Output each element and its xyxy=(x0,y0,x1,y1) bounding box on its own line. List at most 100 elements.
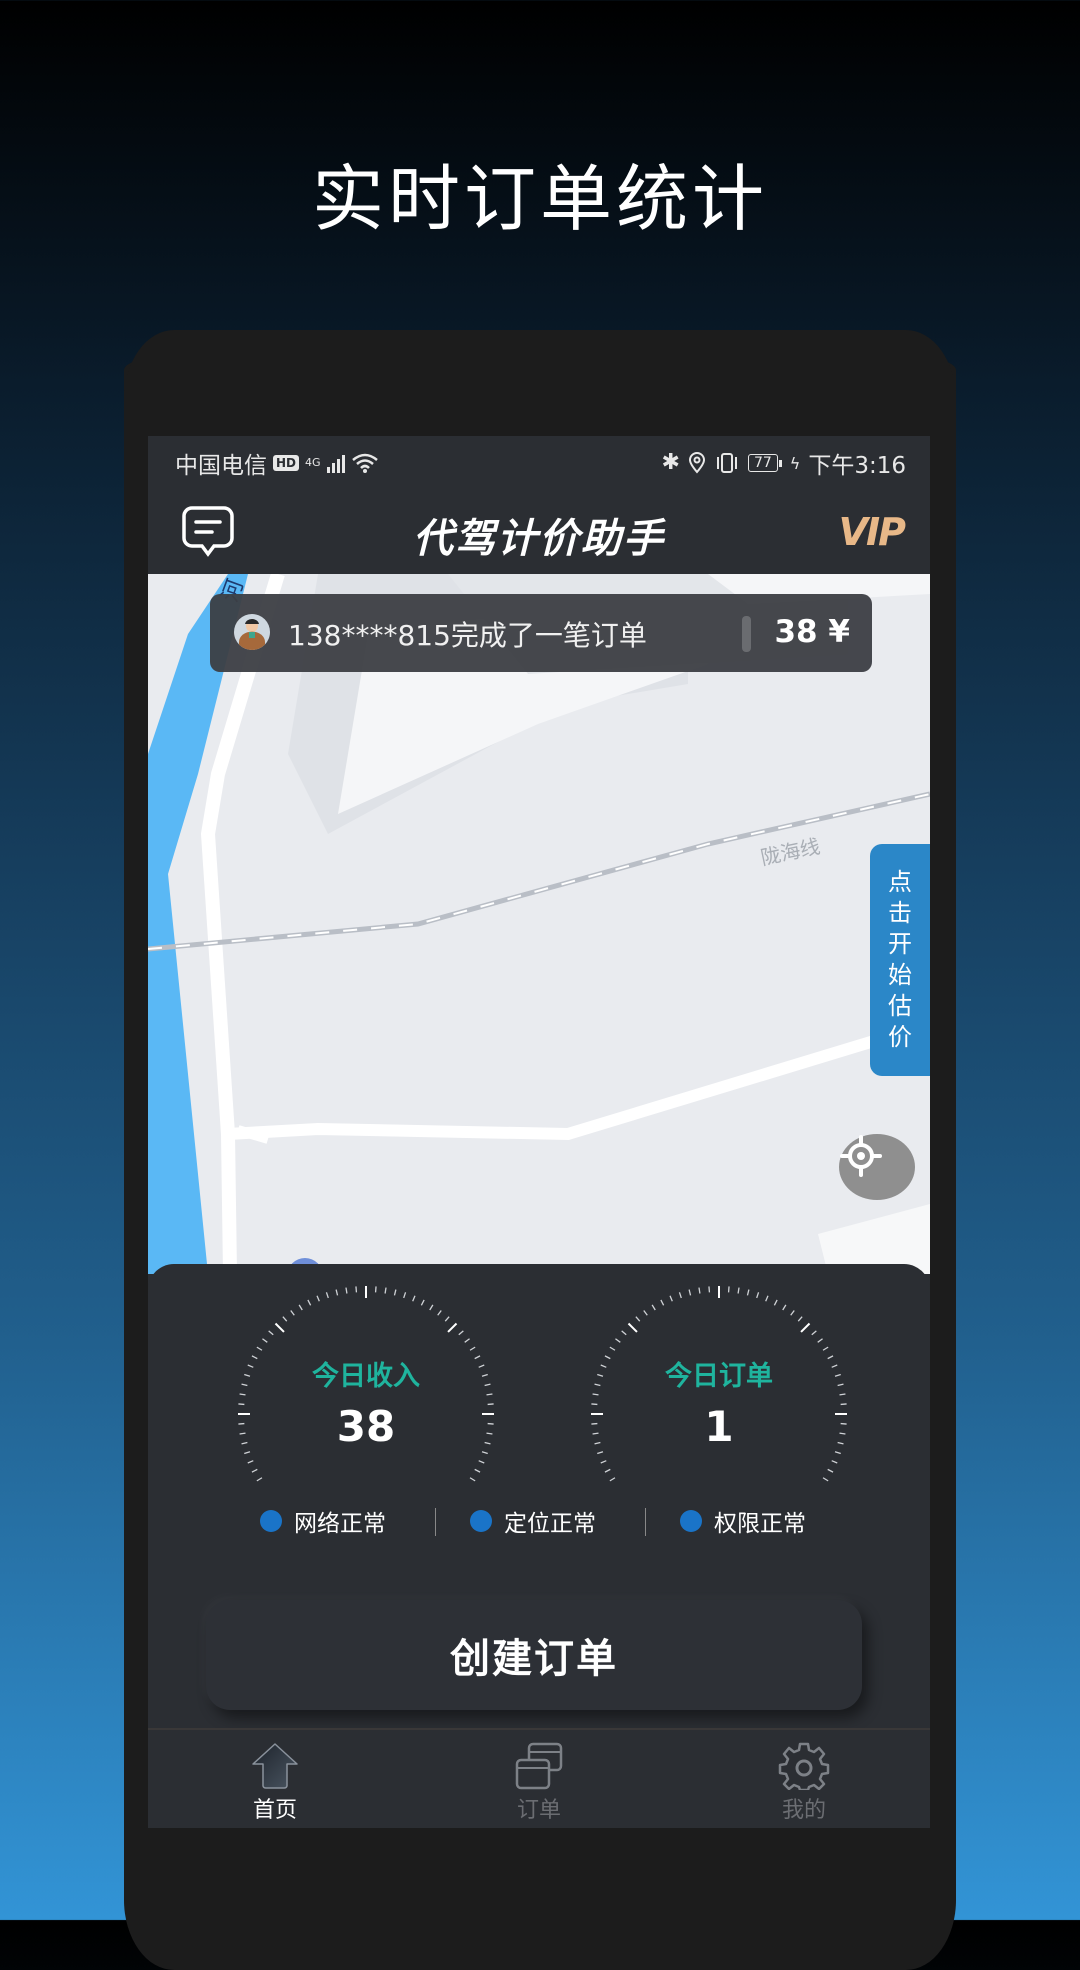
divider xyxy=(645,1508,646,1536)
tab-home[interactable]: 首页 xyxy=(215,1742,335,1824)
dial-tick xyxy=(336,1290,337,1296)
dial-tick xyxy=(622,1331,627,1335)
bottom-tab-bar: 首页 订单 我的 xyxy=(148,1728,930,1828)
dial-tick xyxy=(774,1300,777,1305)
dial-tick xyxy=(636,1317,640,1322)
map-road xyxy=(228,1024,930,1134)
income-label: 今日收入 xyxy=(226,1354,506,1393)
map-railway xyxy=(148,794,930,949)
dial-tick xyxy=(628,1323,636,1331)
tab-label: 订单 xyxy=(517,1792,561,1824)
dial-tick xyxy=(475,1469,480,1472)
dial-tick xyxy=(257,1347,262,1350)
dial-tick xyxy=(257,1478,262,1481)
divider xyxy=(435,1508,436,1536)
dial-tick xyxy=(801,1323,809,1331)
dial-tick xyxy=(252,1469,257,1472)
dial-tick xyxy=(791,1310,795,1315)
dial-tick xyxy=(593,1394,599,1395)
dial-tick xyxy=(283,1317,287,1322)
dial-tick xyxy=(747,1290,748,1296)
app-bar: 代驾计价助手 VIP xyxy=(148,488,930,574)
create-order-button[interactable]: 创建订单 xyxy=(206,1600,862,1710)
status-label: 网络正常 xyxy=(294,1504,386,1538)
bluetooth-icon: ✱ xyxy=(662,452,680,474)
dial-tick xyxy=(818,1339,823,1343)
page-headline: 实时订单统计 xyxy=(0,140,1080,245)
dial-tick xyxy=(832,1461,838,1463)
orders-label: 今日订单 xyxy=(579,1354,859,1393)
orders-gauge: 今日订单 1 xyxy=(579,1284,859,1484)
tab-orders[interactable]: 订单 xyxy=(479,1742,599,1824)
orders-icon xyxy=(513,1742,565,1790)
vip-button[interactable]: VIP xyxy=(839,510,904,554)
hd-icon: HD xyxy=(273,455,299,471)
dial-tick xyxy=(326,1292,328,1298)
dial-tick xyxy=(482,1452,488,1454)
dial-tick xyxy=(308,1300,311,1305)
dial-tick xyxy=(689,1290,690,1296)
start-estimate-button[interactable]: 点 击 开 始 估 价 xyxy=(870,844,930,1076)
status-permission: 权限正常 xyxy=(680,1504,806,1538)
dial-tick xyxy=(470,1478,475,1481)
status-dot xyxy=(260,1510,282,1532)
dial-tick xyxy=(394,1290,395,1296)
app-title: 代驾计价助手 xyxy=(148,506,930,564)
status-dot xyxy=(680,1510,702,1532)
dial-tick xyxy=(404,1292,406,1298)
driver-avatar xyxy=(234,614,270,650)
dial-tick xyxy=(670,1296,672,1302)
dial-tick xyxy=(240,1394,246,1395)
ticker-message: 138****815完成了一笔订单 xyxy=(288,614,647,654)
battery-icon: 77 xyxy=(748,454,778,472)
network-type: 4G xyxy=(305,458,321,468)
dial-tick xyxy=(299,1305,302,1310)
dial-tick xyxy=(413,1296,415,1302)
dial-tick xyxy=(459,1331,464,1335)
status-label: 权限正常 xyxy=(714,1504,806,1538)
dial-tick xyxy=(597,1452,603,1454)
dial-tick xyxy=(486,1394,492,1395)
dial-tick xyxy=(275,1323,283,1331)
income-value: 38 xyxy=(226,1402,506,1451)
dial-tick xyxy=(661,1300,664,1305)
home-icon xyxy=(249,1742,301,1790)
dial-tick xyxy=(465,1339,470,1343)
dial-tick xyxy=(248,1461,254,1463)
dial-tick xyxy=(448,1323,456,1331)
dial-tick xyxy=(479,1461,485,1463)
settings-icon xyxy=(778,1742,830,1790)
tab-profile[interactable]: 我的 xyxy=(744,1742,864,1824)
system-status-row: 网络正常 定位正常 权限正常 xyxy=(148,1504,930,1540)
dial-tick xyxy=(839,1394,845,1395)
map-view[interactable]: 陇海线 河 138****815完成了一笔订单 38 ¥ 点 击 开 始 估 价 xyxy=(148,574,930,1274)
dial-tick xyxy=(835,1452,841,1454)
dial-tick xyxy=(757,1292,759,1298)
dial-tick xyxy=(601,1461,607,1463)
signal-icon xyxy=(327,453,345,473)
dial-tick xyxy=(652,1305,655,1310)
dial-tick xyxy=(317,1296,319,1302)
tab-label: 我的 xyxy=(782,1792,826,1824)
estimate-char: 估 xyxy=(888,993,912,1020)
status-bar: 中国电信 HD 4G ✱ 77 ϟ xyxy=(148,436,930,488)
dial-tick xyxy=(385,1288,386,1294)
map-canvas xyxy=(148,574,930,1274)
wifi-icon xyxy=(351,452,379,474)
estimate-char: 点 xyxy=(888,869,912,896)
dial-tick xyxy=(783,1305,786,1310)
vibrate-icon xyxy=(714,452,740,474)
status-location: 定位正常 xyxy=(470,1504,596,1538)
dial-tick xyxy=(346,1288,347,1294)
locate-button[interactable] xyxy=(839,1134,915,1200)
estimate-char: 开 xyxy=(888,931,912,958)
status-dot xyxy=(470,1510,492,1532)
income-gauge: 今日收入 38 xyxy=(226,1284,506,1484)
dial-tick xyxy=(644,1310,648,1315)
dial-tick xyxy=(605,1469,610,1472)
dial-tick xyxy=(438,1310,442,1315)
charging-icon: ϟ xyxy=(790,454,801,473)
estimate-char: 价 xyxy=(888,1024,912,1051)
dial-tick xyxy=(470,1347,475,1350)
estimate-char: 始 xyxy=(888,962,912,989)
